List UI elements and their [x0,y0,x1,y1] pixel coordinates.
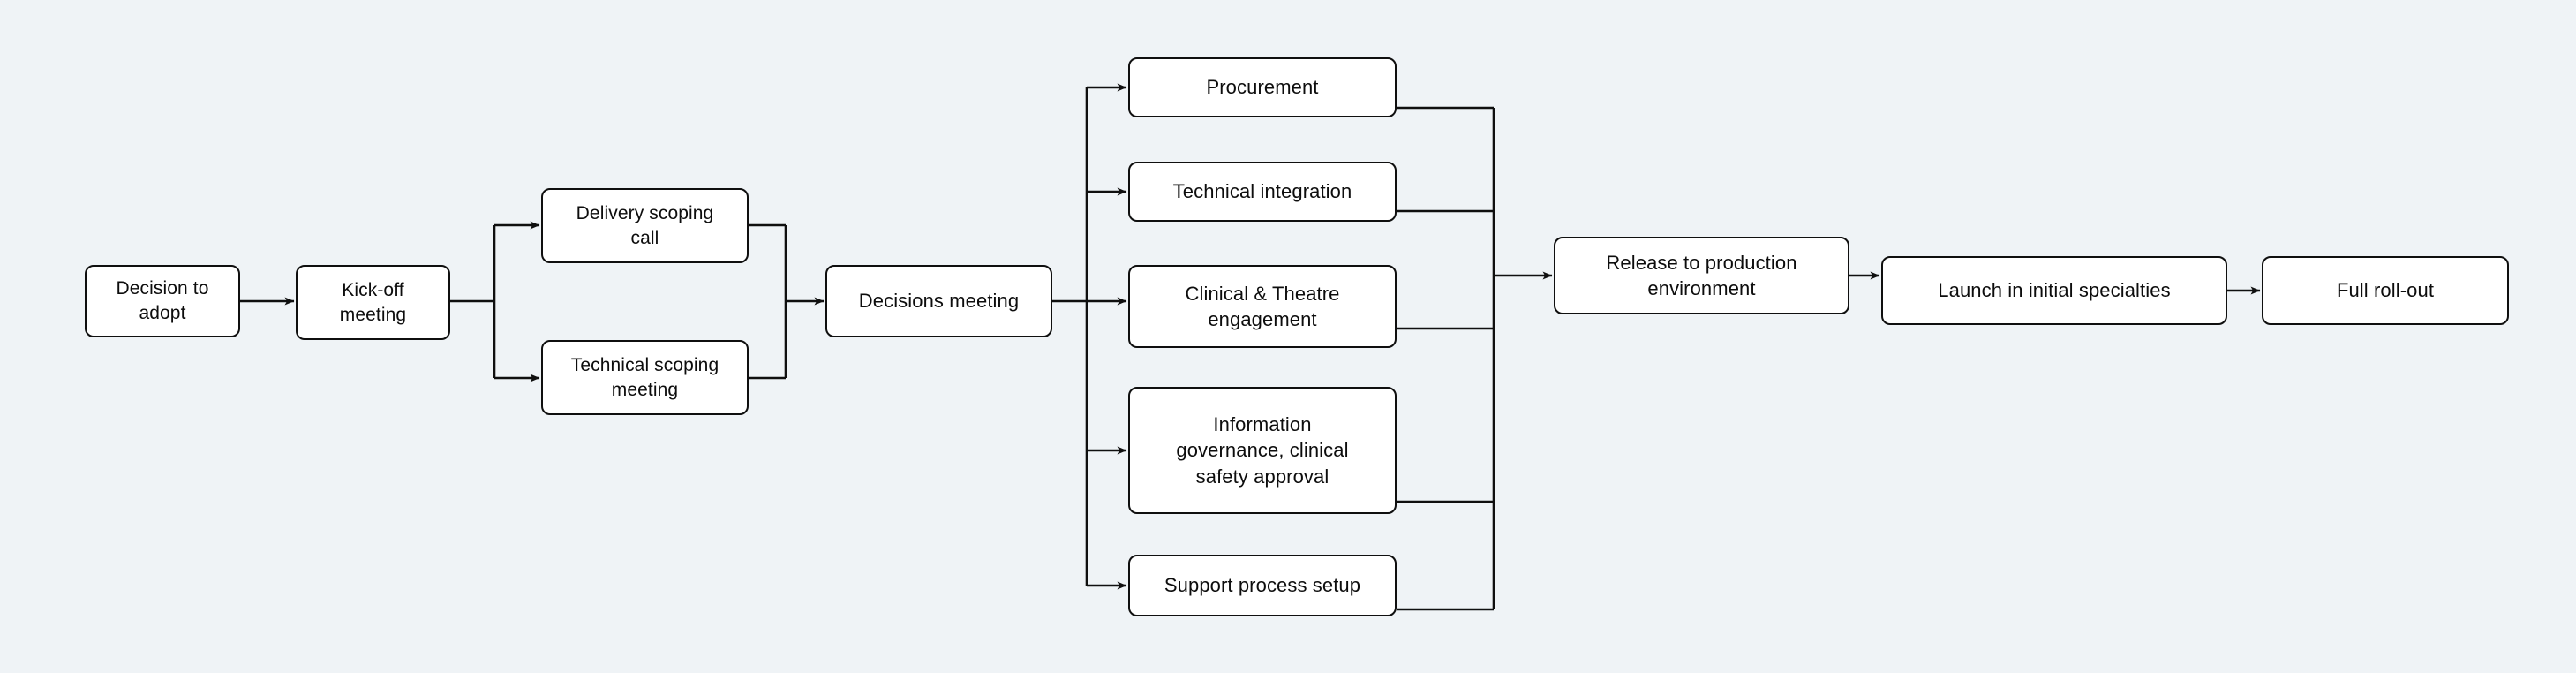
node-label: Delivery scoping call [576,202,714,248]
node-support-process-setup[interactable]: Support process setup [1128,555,1397,616]
node-label: Launch in initial specialties [1938,279,2171,302]
node-clinical-theatre-engagement[interactable]: Clinical & Theatre engagement [1128,265,1397,348]
node-label: Decisions meeting [858,290,1020,313]
node-launch-in-initial-specialties[interactable]: Launch in initial specialties [1881,256,2227,325]
flowchart-canvas: Decision to adopt Kick-off meeting Deliv… [0,0,2576,673]
node-label: Full roll-out [2336,279,2435,302]
node-label: Technical integration [1172,180,1352,203]
node-decisions-meeting[interactable]: Decisions meeting [825,265,1052,337]
node-delivery-scoping-call[interactable]: Delivery scoping call [541,188,749,263]
node-technical-integration[interactable]: Technical integration [1128,162,1397,222]
node-technical-scoping-meeting[interactable]: Technical scoping meeting [541,340,749,415]
node-label: Technical scoping meeting [570,354,719,400]
node-kick-off-meeting[interactable]: Kick-off meeting [296,265,450,340]
node-label: Support process setup [1164,574,1361,597]
node-label: Kick-off meeting [339,279,407,325]
node-full-roll-out[interactable]: Full roll-out [2262,256,2509,325]
node-release-to-production-environment[interactable]: Release to production environment [1554,237,1849,314]
node-label: Decision to adopt [116,278,209,323]
node-decision-to-adopt[interactable]: Decision to adopt [85,265,240,337]
node-label: Procurement [1206,76,1319,99]
node-information-governance-clinical-safety-approval[interactable]: Information governance, clinical safety … [1128,387,1397,514]
node-label: Information governance, clinical safety … [1176,413,1349,488]
node-label: Clinical & Theatre engagement [1185,282,1340,330]
node-procurement[interactable]: Procurement [1128,57,1397,117]
node-label: Release to production environment [1606,251,1797,299]
